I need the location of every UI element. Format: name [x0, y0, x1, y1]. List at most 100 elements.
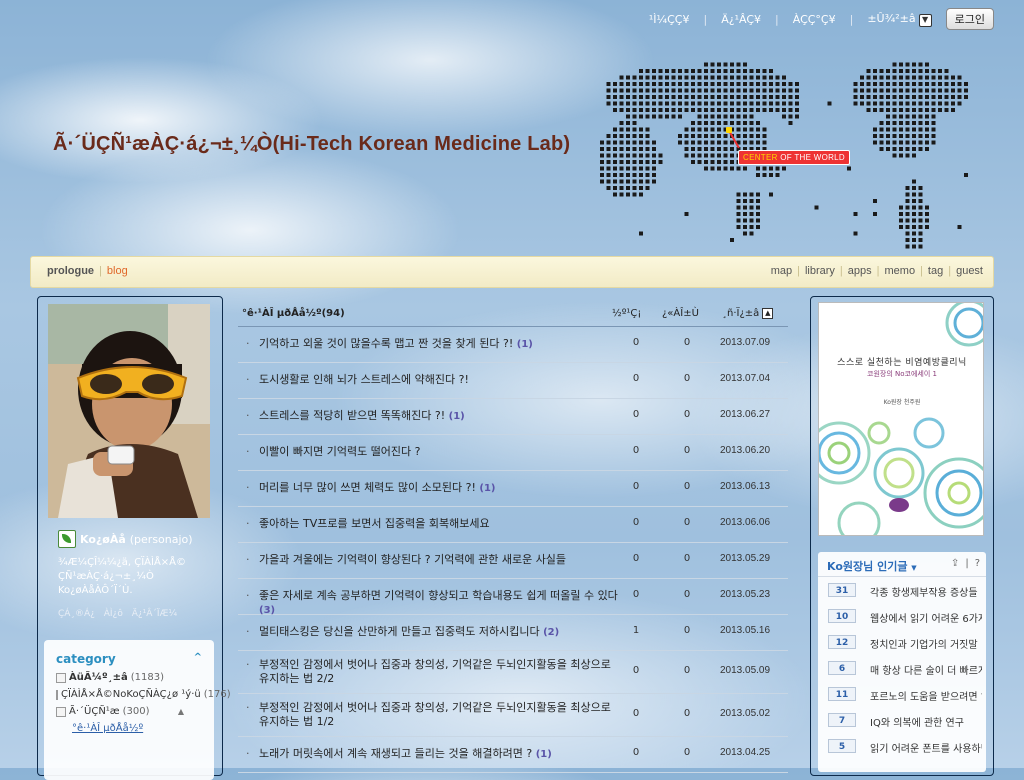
nav-blog[interactable]: blog [107, 265, 128, 277]
table-row[interactable]: · 멀티태스킹은 당신을 산만하게 만들고 집중력도 저하시킵니다 (2) 1 0 20… [238, 615, 788, 651]
post-date: 2013.04.25 [720, 747, 771, 758]
chevron-down-icon: ▼ [911, 564, 917, 572]
table-row[interactable]: · 좋아하는 TV프로를 보면서 집중력을 회복해보세요 0 0 2013.06.06 [238, 507, 788, 543]
post-title-link[interactable]: 기억하고 외울 것이 많을수록 맵고 짠 것을 찾게 된다 ?! (1) [259, 337, 619, 352]
comments-value: 1 [632, 625, 640, 636]
post-title-link[interactable]: 좋아하는 TV프로를 보면서 집중력을 회복해보세요 [259, 517, 619, 532]
table-row[interactable]: · 스트레스를 적당히 받으면 똑똑해진다 ?! (1) 0 0 2013.06.27 [238, 399, 788, 435]
site-title[interactable]: Ã·´ÜÇÑ¹æÀÇ·á¿¬±¸¼Ò(Hi-Tech Korean Medici… [53, 133, 570, 156]
trackbacks-value: 0 [683, 708, 691, 719]
post-title-link[interactable]: 멀티태스킹은 당신을 산만하게 만들고 집중력도 저하시킵니다 (2) [259, 625, 619, 640]
column-trackbacks: ¿«ÀÎ±Ù [662, 308, 699, 319]
post-title-link[interactable]: 가을과 겨울에는 기억력이 향상된다 ? 기억력에 관한 새로운 사실들 [259, 553, 619, 568]
category-item[interactable]: Ã·´ÜÇÑ¹æ (300) ▲ [56, 706, 202, 717]
nav-apps[interactable]: apps [848, 265, 872, 277]
trackbacks-value: 0 [683, 481, 691, 492]
list-item[interactable]: 31 각종 항생제부작용 증상들 [818, 577, 986, 603]
rank-badge: 10 [828, 609, 856, 623]
folder-icon [56, 689, 58, 700]
table-row[interactable]: · 부정적인 감정에서 벗어나 집중과 창의성, 기억같은 두뇌인지활동을 최상으… [238, 694, 788, 737]
comment-count[interactable]: (1) [479, 483, 495, 494]
post-title: 가을과 겨울에는 기억력이 향상된다 ? 기억력에 관한 새로운 사실들 [259, 553, 567, 566]
top-link-2[interactable]: ÀÇÇ°Ç¥ [793, 13, 836, 26]
list-item[interactable]: 6 매 항상 다른 술이 더 빠르게 [818, 655, 986, 681]
post-title-link[interactable]: 머리를 너무 많이 쓰면 체력도 많이 소모된다 ?! (1) [259, 481, 619, 496]
table-row[interactable]: · 기억하고 외울 것이 많을수록 맵고 짠 것을 찾게 된다 ?! (1) 0 0 2… [238, 327, 788, 363]
top-link-0[interactable]: ¹Ì¼ÇÇ¥ [649, 13, 690, 26]
popular-post-link[interactable]: IQ와 의복에 관한 연구 [870, 714, 982, 729]
profile-link-0[interactable]: ÇÁ¸®Á¿ [58, 609, 95, 619]
category-header: category ^ [56, 652, 202, 666]
nav-prologue[interactable]: prologue [47, 265, 94, 277]
profile-link-1[interactable]: ÀÌ¿ô [104, 609, 123, 619]
popular-post-link[interactable]: 정치인과 기업가의 거짓말 [870, 636, 982, 651]
expand-icon[interactable]: ▲ [178, 707, 184, 716]
category-label: ÇÏÀÌÅ×Å©NoKoÇÑÀÇ¿ø ¹ý·ü [61, 689, 201, 700]
list-item[interactable]: 7 IQ와 의복에 관한 연구 [818, 707, 986, 733]
post-title-link[interactable]: 스트레스를 적당히 받으면 똑똑해진다 ?! (1) [259, 409, 619, 424]
popular-title[interactable]: Ko원장님 인기글 ▼ [827, 558, 917, 574]
post-title-link[interactable]: 부정적인 감정에서 벗어나 집중과 창의성, 기억같은 두뇌인지활동을 최상으로… [259, 701, 619, 730]
table-row[interactable]: · 머리를 너무 많이 쓰면 체력도 많이 소모된다 ?! (1) 0 0 2013.0… [238, 471, 788, 507]
nav-map[interactable]: map [771, 265, 792, 277]
category-title: category [56, 652, 116, 666]
chevron-down-icon[interactable]: ▼ [918, 13, 932, 27]
table-row[interactable]: · 도시생활로 인해 뇌가 스트레스에 약해진다 ?! 0 0 2013.07.04 [238, 363, 788, 399]
center-tag-text: OF THE WORLD [777, 153, 846, 162]
comment-count[interactable]: (1) [517, 339, 533, 350]
table-row[interactable]: · 부정적인 감정에서 벗어나 집중과 창의성, 기억같은 두뇌인지활동을 최상으… [238, 651, 788, 694]
popular-post-link[interactable]: 읽기 어려운 폰트를 사용하면 [870, 740, 982, 755]
comment-count[interactable]: (1) [536, 749, 552, 760]
comment-count[interactable]: (2) [543, 627, 559, 638]
category-subitem-active[interactable]: °ê·¹ÀÎ µðÅå½º [72, 723, 202, 734]
profile-link-2[interactable]: Ä¿¹Â´ÏÆ¼ [132, 609, 177, 619]
list-item[interactable]: 11 포르노의 도움을 받으려면 ? [818, 681, 986, 707]
divider: | [775, 12, 779, 26]
profile-description: ¾Æ¼ÇÎ¼¼¿ä, ÇÏÀÌÅ×Å© ÇÑ¹æÀÇ·á¿¬±¸¼Ò Ko¿øÀ… [58, 557, 187, 596]
post-title-link[interactable]: 부정적인 감정에서 벗어나 집중과 창의성, 기억같은 두뇌인지활동을 최상으로… [259, 658, 619, 687]
nav-library[interactable]: library [805, 265, 835, 277]
upload-icon[interactable]: ⇪ [951, 558, 959, 569]
trackbacks-value: 0 [683, 625, 691, 636]
list-item[interactable]: 5 읽기 어려운 폰트를 사용하면 [818, 733, 986, 759]
post-title-link[interactable]: 노래가 머릿속에서 계속 재생되고 들리는 것을 해결하려면 ? (1) [259, 747, 619, 762]
login-button[interactable]: 로그인 [945, 8, 994, 30]
popular-post-link[interactable]: 포르노의 도움을 받으려면 ? [870, 688, 982, 703]
list-item[interactable]: 10 웹상에서 읽기 어려운 6가지 [818, 603, 986, 629]
write-link[interactable]: ±Û¾²±â ▼ [867, 12, 932, 27]
popular-post-link[interactable]: 각종 항생제부작용 증상들 [870, 584, 982, 599]
nav-memo[interactable]: memo [885, 265, 916, 277]
post-title: 스트레스를 적당히 받으면 똑똑해진다 ?! [259, 409, 446, 422]
post-title-link[interactable]: 도시생활로 인해 뇌가 스트레스에 약해진다 ?! [259, 373, 619, 388]
table-row[interactable]: · 이빨이 빠지면 기억력도 떨어진다 ? 0 0 2013.06.20 [238, 435, 788, 471]
table-row[interactable]: · 좋은 자세로 계속 공부하면 기억력이 향상되고 학습내용도 쉽게 떠올릴 수… [238, 579, 788, 618]
nav-guest[interactable]: guest [956, 265, 983, 277]
post-title: 멀티태스킹은 당신을 산만하게 만들고 집중력도 저하시킵니다 [259, 625, 540, 638]
post-list: °ê·¹ÀÎ µðÅå½º(94) ½º¹Ç¡ ¿«ÀÎ±Ù ¸ñ·Ï¿±â ▲ … [238, 304, 788, 773]
nav-tag[interactable]: tag [928, 265, 943, 277]
post-date: 2013.05.16 [720, 625, 771, 636]
sort-up-icon[interactable]: ▲ [762, 308, 774, 319]
comment-count[interactable]: (1) [449, 411, 465, 422]
post-title-link[interactable]: 이빨이 빠지면 기억력도 떨어진다 ? [259, 445, 619, 460]
popular-post-link[interactable]: 매 항상 다른 술이 더 빠르게 [870, 662, 982, 677]
divider: | [703, 12, 708, 26]
profile-role: (personajo) [129, 532, 193, 546]
post-title: 이빨이 빠지면 기억력도 떨어진다 ? [259, 445, 421, 458]
table-row[interactable]: · 가을과 겨울에는 기억력이 향상된다 ? 기억력에 관한 새로운 사실들 0 0… [238, 543, 788, 579]
category-item[interactable]: ÇÏÀÌÅ×Å©NoKoÇÑÀÇ¿ø ¹ý·ü (176) [56, 689, 231, 700]
post-title-link[interactable]: 좋은 자세로 계속 공부하면 기억력이 향상되고 학습내용도 쉽게 떠올릴 수 … [259, 589, 619, 618]
top-link-1[interactable]: Ä¿¹ÂÇ¥ [721, 13, 761, 26]
bullet: · [246, 517, 250, 530]
book-cover-image[interactable]: 스스로 실천하는 비염예방클리닉 코원장의 No코에세이 1 Ko원장 천주원 [818, 302, 984, 536]
help-icon[interactable]: ? [975, 558, 980, 569]
category-item[interactable]: ÀüÃ¼º¸±â (1183) [56, 672, 202, 683]
profile-photo[interactable] [48, 304, 210, 518]
post-date: 2013.06.06 [720, 517, 771, 528]
collapse-icon[interactable]: ^ [194, 652, 202, 666]
divider: | [99, 265, 102, 277]
bullet: · [246, 589, 250, 602]
popular-post-link[interactable]: 웹상에서 읽기 어려운 6가지 [870, 610, 982, 625]
profile-nickname[interactable]: Ko¿øÀå [80, 533, 126, 546]
list-item[interactable]: 12 정치인과 기업가의 거짓말 [818, 629, 986, 655]
